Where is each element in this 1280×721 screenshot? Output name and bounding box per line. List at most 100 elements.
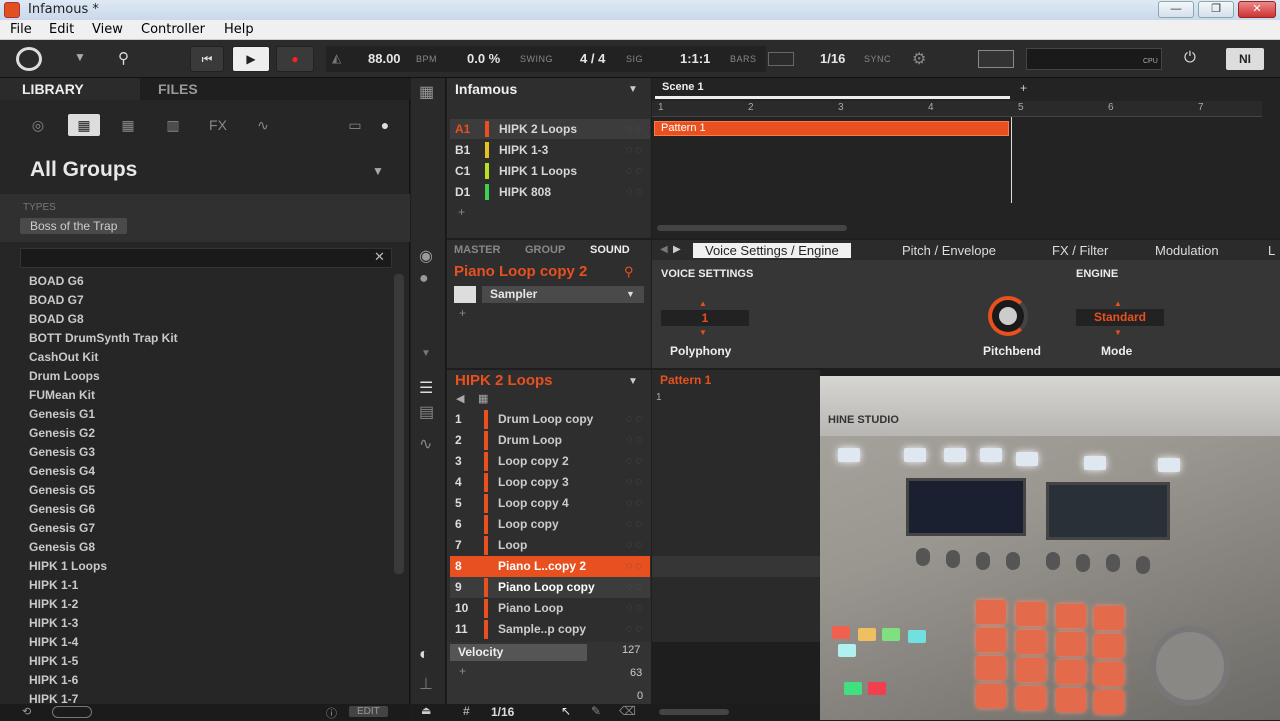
pencil-tool-icon[interactable]: ✎	[591, 704, 601, 718]
library-item[interactable]: BOAD G6	[29, 274, 84, 288]
metronome-icon[interactable]: ◭	[332, 51, 341, 65]
tab-modulation[interactable]: Modulation	[1155, 243, 1219, 258]
sound-search-icon[interactable]: ⚲	[624, 264, 634, 280]
editor-scrollbar[interactable]	[659, 709, 729, 715]
groups-filter-icon[interactable]: ▦	[68, 114, 100, 136]
library-heading[interactable]: All Groups	[30, 158, 137, 182]
mute-solo-icon[interactable]: ◌ ◌	[626, 186, 642, 198]
mute-solo-icon[interactable]: ◌ ◌	[626, 144, 642, 156]
library-item[interactable]: BOAD G7	[29, 293, 84, 307]
pad-row[interactable]: 10 Piano Loop ◌ ◌	[450, 598, 650, 619]
mode-field[interactable]: Standard	[1076, 309, 1164, 326]
collapse-icon[interactable]: ▼	[421, 348, 431, 359]
add-plugin-button[interactable]: +	[459, 306, 466, 320]
menu-dropdown-icon[interactable]: ▼	[74, 50, 86, 64]
library-scrollbar[interactable]	[394, 274, 404, 574]
mute-solo-icon[interactable]: ◌ ◌	[626, 560, 642, 572]
mute-solo-icon[interactable]: ◌ ◌	[626, 581, 642, 593]
pad-row[interactable]: 4 Loop copy 3 ◌ ◌	[450, 472, 650, 493]
instruments-filter-icon[interactable]: ▥	[160, 114, 186, 136]
mute-solo-icon[interactable]: ◌ ◌	[626, 602, 642, 614]
mode-down-icon[interactable]: ▼	[1114, 328, 1122, 337]
project-menu-icon[interactable]: ▼	[628, 84, 638, 95]
library-item[interactable]: FUMean Kit	[29, 388, 95, 402]
scene-bar[interactable]	[655, 96, 1010, 99]
tab-pitch-envelope[interactable]: Pitch / Envelope	[902, 243, 996, 258]
select-tool-icon[interactable]: ↖	[561, 704, 571, 718]
record-button[interactable]: ●	[276, 46, 314, 72]
mute-solo-icon[interactable]: ◌ ◌	[626, 497, 642, 509]
sync-value[interactable]: 1/16	[820, 51, 845, 66]
pad-row[interactable]: 7 Loop ◌ ◌	[450, 535, 650, 556]
velocity-label[interactable]: Velocity	[450, 644, 587, 661]
group-row[interactable]: B1 HIPK 1-3 ◌ ◌	[450, 140, 650, 160]
mute-solo-icon[interactable]: ◌ ◌	[626, 434, 642, 446]
pad-row[interactable]: 6 Loop copy ◌ ◌	[450, 514, 650, 535]
keyboard-icon[interactable]	[978, 50, 1014, 68]
pad-row[interactable]: 9 Piano Loop copy ◌ ◌	[450, 577, 650, 598]
library-item[interactable]: HIPK 1-1	[29, 578, 78, 592]
tab-library[interactable]: LIBRARY	[22, 81, 84, 97]
menu-file[interactable]: File	[10, 22, 32, 37]
gear-icon[interactable]: ⚙	[912, 49, 926, 69]
library-item[interactable]: HIPK 1-3	[29, 616, 78, 630]
arranger-scrollbar[interactable]	[657, 225, 847, 231]
project-filter-icon[interactable]: ◎	[25, 114, 51, 136]
add-group-button[interactable]: +	[458, 205, 465, 219]
menu-help[interactable]: Help	[224, 22, 254, 37]
grid-icon[interactable]: ▦	[478, 392, 488, 405]
type-tag[interactable]: Boss of the Trap	[20, 218, 128, 234]
add-modulation-button[interactable]: +	[459, 664, 466, 678]
pad-row[interactable]: 3 Loop copy 2 ◌ ◌	[450, 451, 650, 472]
view-toggle-icon[interactable]	[52, 706, 92, 718]
bpm-value[interactable]: 88.00	[368, 51, 401, 66]
next-page-icon[interactable]: ▶	[673, 244, 681, 255]
menu-edit[interactable]: Edit	[49, 22, 74, 37]
pad-row[interactable]: 1 Drum Loop copy ◌ ◌	[450, 409, 650, 430]
library-item[interactable]: Drum Loops	[29, 369, 100, 383]
pads-group-title[interactable]: HIPK 2 Loops	[455, 372, 553, 389]
mute-solo-icon[interactable]: ◌ ◌	[626, 518, 642, 530]
pad-row[interactable]: 5 Loop copy 4 ◌ ◌	[450, 493, 650, 514]
menu-controller[interactable]: Controller	[141, 22, 205, 37]
polyphony-field[interactable]: 1	[661, 310, 749, 326]
play-button[interactable]: ▶	[232, 46, 270, 72]
close-button[interactable]: ✕	[1238, 1, 1276, 18]
bars-value[interactable]: 1:1:1	[680, 51, 710, 66]
plugin-slot[interactable]: Sampler	[482, 286, 644, 303]
group-row[interactable]: D1 HIPK 808 ◌ ◌	[450, 182, 650, 202]
modulation-icon[interactable]: ⊥	[419, 674, 433, 694]
loop-icon[interactable]	[768, 52, 794, 66]
library-item[interactable]: HIPK 1-4	[29, 635, 78, 649]
group-row[interactable]: C1 HIPK 1 Loops ◌ ◌	[450, 161, 650, 181]
sig-value[interactable]: 4 / 4	[580, 51, 605, 66]
scene-label[interactable]: Scene 1	[662, 81, 704, 93]
library-item[interactable]: Genesis G5	[29, 483, 95, 497]
library-item[interactable]: Genesis G7	[29, 521, 95, 535]
polyphony-up-icon[interactable]: ▲	[699, 299, 707, 308]
pitchbend-knob[interactable]	[988, 296, 1028, 336]
factory-filter-icon[interactable]: ▭	[342, 114, 368, 136]
library-item[interactable]: Genesis G8	[29, 540, 95, 554]
tab-sound[interactable]: SOUND	[590, 244, 630, 256]
library-item[interactable]: BOTT DrumSynth Trap Kit	[29, 331, 178, 345]
velocity-icon[interactable]: ◐	[419, 646, 429, 664]
samples-filter-icon[interactable]: ∿	[250, 114, 276, 136]
group-row[interactable]: A1 HIPK 2 Loops ◌ ◌	[450, 119, 650, 139]
polyphony-down-icon[interactable]: ▼	[699, 328, 707, 337]
library-item[interactable]: HIPK 1-6	[29, 673, 78, 687]
mute-solo-icon[interactable]: ◌ ◌	[626, 539, 642, 551]
tab-group[interactable]: GROUP	[525, 244, 565, 256]
menu-view[interactable]: View	[92, 22, 123, 37]
pad-row[interactable]: 11 Sample..p copy ◌ ◌	[450, 619, 650, 640]
plugin-menu-icon[interactable]: ▼	[626, 289, 635, 299]
maschine-logo-icon[interactable]	[16, 47, 42, 71]
tab-master[interactable]: MASTER	[454, 244, 500, 256]
pattern-block[interactable]: Pattern 1	[654, 121, 1009, 136]
speaker-icon[interactable]: ◀	[456, 392, 464, 405]
add-scene-button[interactable]: +	[1020, 81, 1027, 95]
maximize-button[interactable]: ❐	[1198, 1, 1234, 18]
arranger-icon[interactable]: ▦	[419, 82, 434, 102]
library-item[interactable]: HIPK 1-5	[29, 654, 78, 668]
mute-solo-icon[interactable]: ◌ ◌	[626, 413, 642, 425]
